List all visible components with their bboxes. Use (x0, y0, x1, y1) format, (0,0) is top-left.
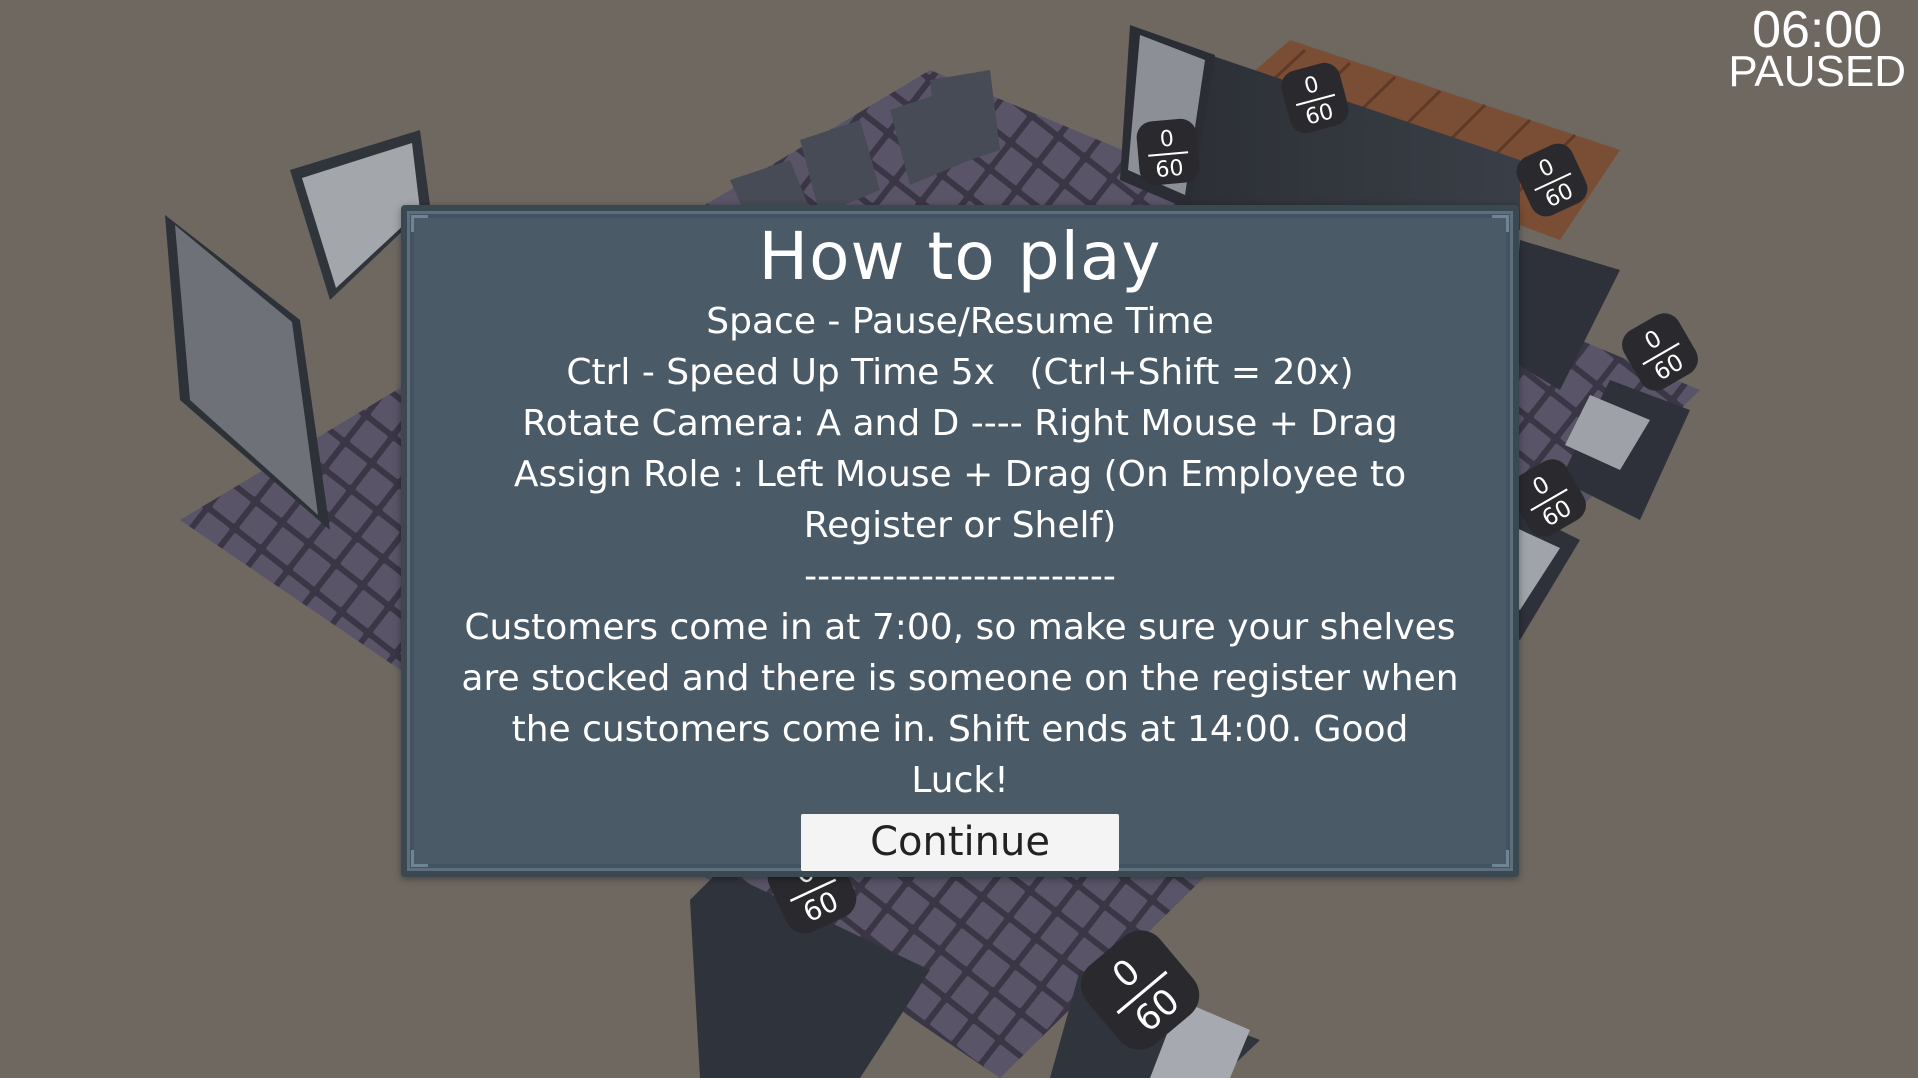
badge-current: 0 (1159, 126, 1175, 152)
instruction-speed: Ctrl - Speed Up Time 5x (Ctrl+Shift = 20… (566, 352, 1354, 394)
shelf-capacity-badge: 060 (1136, 118, 1200, 186)
panel-corner (1492, 850, 1509, 867)
how-to-play-dialog: How to play Space - Pause/Resume Time Ct… (401, 205, 1519, 877)
badge-max: 60 (1154, 156, 1184, 183)
time-hud: 06:00 PAUSED (1728, 0, 1906, 94)
panel-corner (411, 850, 428, 867)
instruction-pause: Space - Pause/Resume Time (706, 301, 1214, 343)
info-paragraph: Customers come in at 7:00, so make sure … (461, 607, 1459, 802)
pause-status: PAUSED (1728, 47, 1906, 96)
instruction-camera: Rotate Camera: A and D ---- Right Mouse … (522, 403, 1398, 445)
continue-button[interactable]: Continue (801, 814, 1119, 872)
dialog-title: How to play (758, 218, 1162, 295)
instruction-assign: Assign Role : Left Mouse + Drag (On Empl… (513, 454, 1407, 547)
panel-corner (1492, 215, 1509, 232)
panel-corner (411, 215, 428, 232)
separator: ------------------------ (804, 556, 1116, 598)
